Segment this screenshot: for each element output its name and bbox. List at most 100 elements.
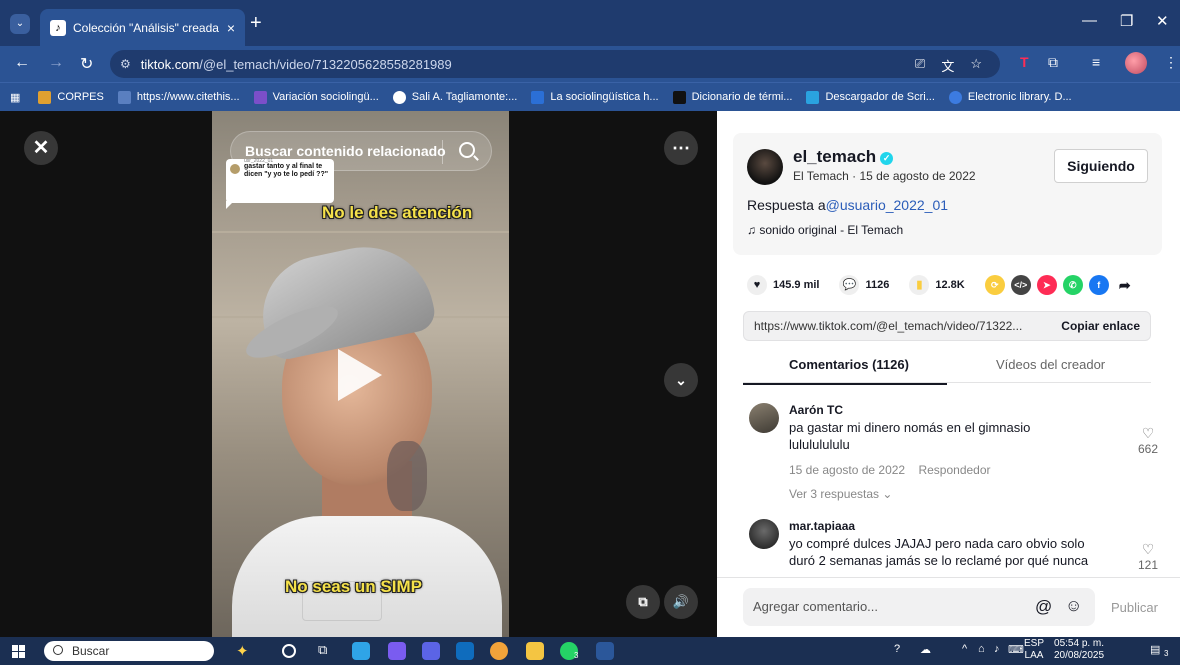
new-tab-button[interactable]: + <box>250 13 262 33</box>
tab-comments[interactable]: Comentarios (1126) <box>743 357 947 385</box>
site-info-icon[interactable]: ⚙ <box>120 57 131 71</box>
cast-icon[interactable]: ⎚ <box>915 56 925 75</box>
reload-icon[interactable]: ↻ <box>80 54 93 74</box>
apps-grid-icon[interactable]: ▦ <box>10 91 20 104</box>
commenter-avatar[interactable] <box>749 519 779 549</box>
tray-chevron-icon[interactable]: ^ <box>962 643 967 655</box>
more-options-icon[interactable]: ⋯ <box>664 131 698 165</box>
notifications-icon[interactable]: ▤ <box>1150 643 1160 656</box>
input-language[interactable]: ESP LAA <box>1024 638 1044 662</box>
tab-creator-videos[interactable]: Vídeos del creador <box>996 357 1105 372</box>
minimize-icon[interactable]: — <box>1082 12 1097 29</box>
extensions-puzzle-icon[interactable]: ⧉ <box>1048 54 1058 71</box>
system-clock[interactable]: 05:54 p. m. 20/08/2025 <box>1054 638 1104 662</box>
whatsapp-icon[interactable]: ✆ <box>1062 275 1083 295</box>
bookmark-favicon-icon <box>38 90 52 104</box>
author-meta: El Temach · 15 de agosto de 2022 <box>793 169 976 183</box>
commenter-avatar[interactable] <box>749 403 779 433</box>
bookmark-favicon-icon <box>117 90 131 104</box>
comment-like[interactable]: ♡ 121 <box>1135 541 1161 572</box>
commenter-username[interactable]: mar.tapiaaa <box>789 519 855 533</box>
comment-button[interactable]: 💬 1126 <box>839 275 889 295</box>
send-to-friends-icon[interactable]: ➤ <box>1036 275 1057 295</box>
mention-at-icon[interactable]: @ <box>1035 597 1052 617</box>
reply-link[interactable]: Responde <box>918 463 973 477</box>
speaker-icon[interactable]: ♪ <box>994 643 1000 655</box>
network-icon[interactable]: ⌂ <box>978 643 985 655</box>
tab-search-chevron-icon[interactable]: ⌄ <box>10 14 30 34</box>
browser-menu-icon[interactable]: ⋮ <box>1164 54 1178 71</box>
save-button[interactable]: ▮ 12.8K <box>909 275 965 295</box>
action-bar: ♥ 145.9 mil 💬 1126 ▮ 12.8K ⟳ </> ➤ ✆ f ➦ <box>747 273 1157 297</box>
video-link-field[interactable]: https://www.tiktok.com/@el_temach/video/… <box>743 311 1151 341</box>
profile-avatar[interactable] <box>1125 52 1147 74</box>
heart-icon: ♥ <box>747 275 767 295</box>
restore-icon[interactable]: ❐ <box>1120 12 1133 30</box>
window-close-icon[interactable]: ✕ <box>1156 12 1169 30</box>
view-replies-button[interactable]: Ver 3 respuestas ⌄ <box>789 487 892 501</box>
address-bar[interactable]: ⚙ tiktok.com/@el_temach/video/7132205628… <box>110 50 1000 78</box>
cortana-icon[interactable] <box>282 644 296 658</box>
sound-link[interactable]: ♫ sonido original - El Temach <box>747 223 903 237</box>
bookmark-item-7[interactable]: Electronic library. D... <box>948 90 1072 104</box>
bookmark-item-6[interactable]: Descargador de Scri... <box>806 90 935 104</box>
author-avatar[interactable] <box>747 149 783 185</box>
embed-icon[interactable]: </> <box>1010 275 1031 295</box>
copilot-sparkle-icon[interactable]: ✦ <box>236 642 254 660</box>
bookmarks-bar: ▦ CORPES https://www.citethis... Variaci… <box>0 82 1180 111</box>
next-video-chevron-icon[interactable]: ⌄ <box>664 363 698 397</box>
volume-icon[interactable]: 🔊 <box>664 585 698 619</box>
teams-icon[interactable] <box>422 642 440 660</box>
reading-list-icon[interactable]: ≡ <box>1092 54 1100 70</box>
outlook-icon[interactable] <box>456 642 474 660</box>
publish-button[interactable]: Publicar <box>1111 600 1158 615</box>
whatsapp-badge: 3 <box>574 651 579 660</box>
bookmark-item-1[interactable]: https://www.citethis... <box>117 90 240 104</box>
back-icon[interactable]: ← <box>14 54 30 72</box>
help-icon[interactable]: ? <box>894 643 900 655</box>
play-icon[interactable] <box>338 349 382 401</box>
tiktok-page: ✕ ⋯ ⌄ ⧉ 🔊 Buscar contenido relacionado u… <box>0 111 1180 637</box>
repost-icon[interactable]: ⟳ <box>984 275 1005 295</box>
browser-tab-strip: ⌄ ♪ Colección "Análisis" creada por × + … <box>0 0 1180 46</box>
keyboard-icon[interactable]: ⌨ <box>1008 643 1024 656</box>
task-view-icon[interactable]: ⧉ <box>318 642 336 660</box>
bookmark-star-icon[interactable]: ☆ <box>970 56 982 75</box>
like-button[interactable]: ♥ 145.9 mil <box>747 275 819 295</box>
bookmark-item-5[interactable]: Dicionario de térmi... <box>672 90 792 104</box>
bookmark-favicon-icon <box>806 90 820 104</box>
edge-icon[interactable] <box>352 642 370 660</box>
extension-icon[interactable]: T <box>1020 54 1029 70</box>
emoji-icon[interactable]: ☺ <box>1065 596 1082 616</box>
author-card: el_temach ✓ El Temach · 15 de agosto de 2… <box>733 133 1162 255</box>
browser-tab-active[interactable]: ♪ Colección "Análisis" creada por × <box>40 9 245 46</box>
floating-player-icon[interactable]: ⧉ <box>626 585 660 619</box>
browser-toolbar: ← → ↻ ⚙ tiktok.com/@el_temach/video/7132… <box>0 46 1180 82</box>
forward-icon[interactable]: → <box>48 54 64 72</box>
search-icon[interactable] <box>459 142 475 158</box>
facebook-icon[interactable]: f <box>1088 275 1109 295</box>
author-username[interactable]: el_temach ✓ <box>793 147 894 167</box>
bookmark-item-0[interactable]: CORPES <box>38 90 104 104</box>
url-text: tiktok.com/@el_temach/video/713220562855… <box>140 56 452 72</box>
windows-start-icon[interactable] <box>12 645 26 658</box>
commenter-username[interactable]: Aarón TC <box>789 403 843 417</box>
close-video-icon[interactable]: ✕ <box>24 131 58 165</box>
following-button[interactable]: Siguiendo <box>1054 149 1148 183</box>
translate-icon[interactable]: 文 <box>941 56 954 75</box>
bookmark-item-4[interactable]: La sociolingüística h... <box>531 90 659 104</box>
bookmark-item-3[interactable]: Sali A. Tagliamonte:... <box>392 90 517 104</box>
bookmark-item-2[interactable]: Variación sociolingü... <box>253 90 379 104</box>
word-icon[interactable] <box>596 642 614 660</box>
chrome-icon[interactable] <box>490 642 508 660</box>
tab-close-icon[interactable]: × <box>227 20 235 36</box>
comment-like[interactable]: ♡ 662 <box>1135 425 1161 456</box>
weather-icon[interactable]: ☁ <box>920 643 931 656</box>
file-explorer-icon[interactable] <box>526 642 544 660</box>
panel-tabs: Comentarios (1126) Vídeos del creador <box>743 349 1151 385</box>
app-icon[interactable] <box>388 642 406 660</box>
taskbar-search[interactable]: Buscar <box>44 641 214 661</box>
share-arrow-icon[interactable]: ➦ <box>1114 275 1135 295</box>
copy-link-button[interactable]: Copiar enlace <box>1061 312 1140 340</box>
mention-link[interactable]: @usuario_2022_01 <box>826 197 948 213</box>
